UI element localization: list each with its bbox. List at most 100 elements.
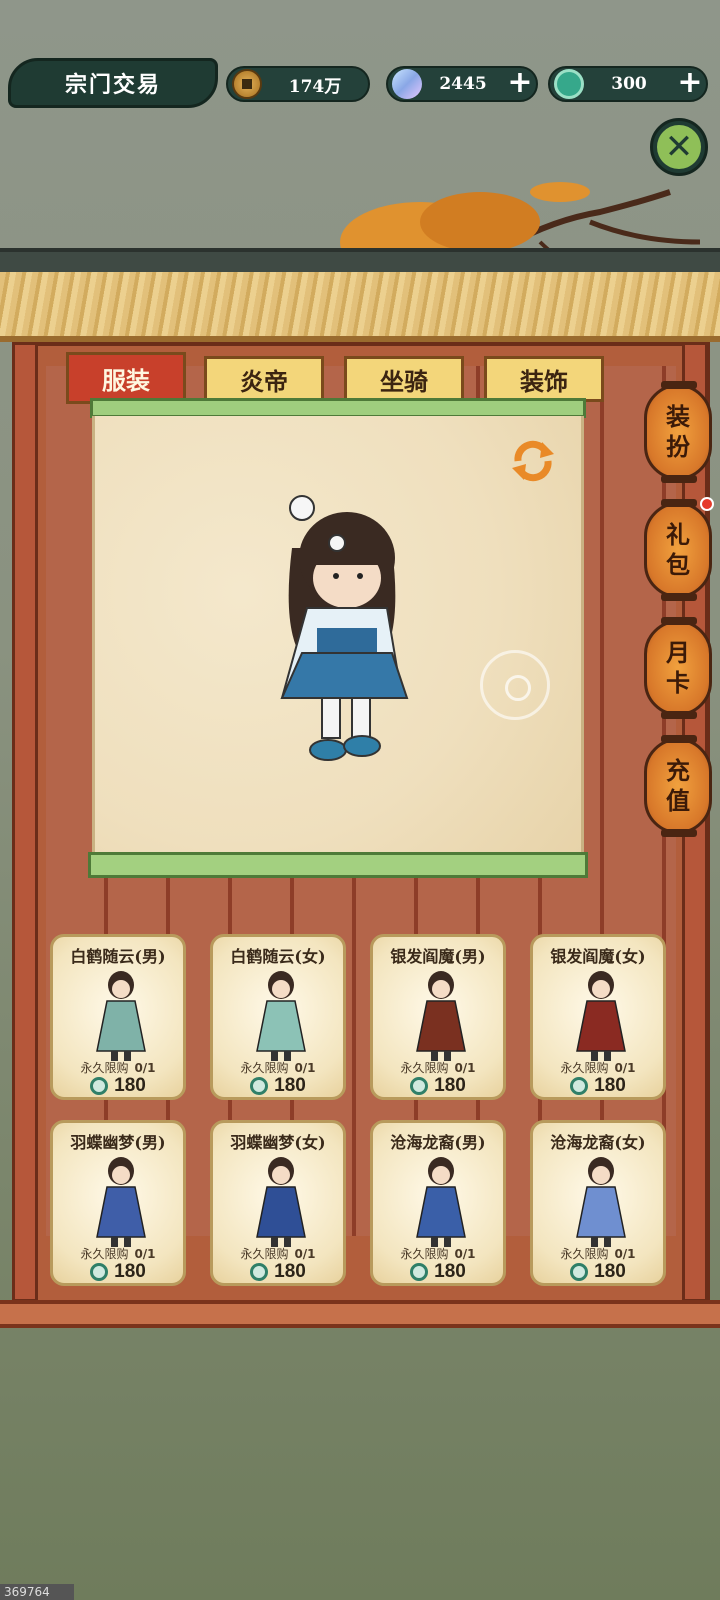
jade-icon [250, 1263, 269, 1281]
tab-decoration[interactable]: 装饰 [484, 356, 604, 402]
item-figure-icon [256, 1157, 306, 1247]
limit-count: 0/1 [614, 1247, 636, 1261]
item-card[interactable]: 白鹤随云(男) 永久限购 0/1 180 [50, 934, 186, 1100]
item-name: 白鹤随云(女) [230, 947, 326, 966]
item-card[interactable]: 沧海龙裔(男) 永久限购 0/1 180 [370, 1120, 506, 1286]
dressup-label-bottom: 扮 [666, 432, 690, 461]
item-name: 沧海龙裔(女) [550, 1133, 646, 1152]
recharge-lantern-button[interactable]: 充 值 [644, 735, 712, 837]
price-value: 180 [594, 1075, 626, 1096]
close-icon: ✕ [657, 125, 701, 169]
jade-icon [250, 1077, 269, 1095]
scroll-bottom-rod [88, 852, 588, 878]
item-name: 银发阎魔(男) [390, 947, 486, 966]
item-price: 180 [213, 1261, 343, 1283]
purchase-limit: 永久限购 0/1 [213, 1245, 343, 1262]
limit-label: 永久限购 [400, 1061, 449, 1075]
character-avatar [280, 495, 409, 761]
item-price: 180 [533, 1075, 663, 1097]
tab-clothing[interactable]: 服装 [66, 352, 186, 404]
close-button[interactable]: ✕ [650, 118, 708, 176]
jade-icon [570, 1077, 589, 1095]
monthly-card-label-bottom: 卡 [666, 668, 690, 697]
item-figure-icon [416, 971, 466, 1061]
item-figure-icon [416, 1157, 466, 1247]
limit-count: 0/1 [294, 1061, 316, 1075]
tab-yandi-label: 炎帝 [240, 366, 288, 396]
limit-label: 永久限购 [80, 1061, 129, 1075]
watermark: 369764 [0, 1584, 74, 1600]
coin-icon [232, 69, 262, 99]
gem-counter: 2445 + [386, 66, 538, 102]
item-figure-icon [576, 1157, 626, 1247]
item-card[interactable]: 白鹤随云(女) 永久限购 0/1 180 [210, 934, 346, 1100]
item-name: 羽蝶幽梦(男) [70, 1133, 166, 1152]
gem-value: 2445 [439, 74, 487, 94]
gift-pack-label-top: 礼 [666, 520, 690, 549]
item-figure-icon [96, 971, 146, 1061]
item-price: 180 [373, 1261, 503, 1283]
item-price: 180 [53, 1261, 183, 1283]
item-price: 180 [53, 1075, 183, 1097]
thatched-roof [0, 272, 720, 342]
price-value: 180 [274, 1075, 306, 1096]
item-figure-icon [256, 971, 306, 1061]
item-card[interactable]: 银发阎魔(女) 永久限购 0/1 180 [530, 934, 666, 1100]
purchase-limit: 永久限购 0/1 [53, 1059, 183, 1076]
limit-count: 0/1 [454, 1247, 476, 1261]
item-name: 沧海龙裔(男) [390, 1133, 486, 1152]
price-value: 180 [274, 1261, 306, 1282]
limit-count: 0/1 [454, 1061, 476, 1075]
item-price: 180 [373, 1075, 503, 1097]
price-value: 180 [114, 1261, 146, 1282]
item-price: 180 [533, 1261, 663, 1283]
recharge-label-top: 充 [666, 756, 690, 785]
price-value: 180 [114, 1075, 146, 1096]
limit-label: 永久限购 [240, 1247, 289, 1261]
price-value: 180 [434, 1261, 466, 1282]
limit-count: 0/1 [134, 1061, 156, 1075]
tab-mount-label: 坐骑 [380, 366, 428, 396]
jade-icon [90, 1263, 109, 1281]
tab-mount[interactable]: 坐骑 [344, 356, 464, 402]
price-value: 180 [594, 1261, 626, 1282]
recharge-label-bottom: 值 [666, 786, 690, 815]
item-price: 180 [213, 1075, 343, 1097]
coin-counter: 174万 [226, 66, 370, 102]
page-title-text: 宗门交易 [64, 72, 161, 98]
jade-counter: 300 + [548, 66, 708, 102]
limit-label: 永久限购 [240, 1061, 289, 1075]
jade-icon [570, 1263, 589, 1281]
page-title: 宗门交易 [8, 58, 218, 108]
gem-icon [392, 69, 422, 99]
coin-value: 174万 [288, 76, 342, 97]
notification-dot [700, 497, 714, 511]
limit-count: 0/1 [134, 1247, 156, 1261]
item-card[interactable]: 羽蝶幽梦(男) 永久限购 0/1 180 [50, 1120, 186, 1286]
jade-icon [554, 69, 584, 99]
rotate-icon[interactable] [508, 436, 558, 486]
gift-pack-lantern-button[interactable]: 礼 包 [644, 499, 712, 601]
jade-icon [410, 1077, 429, 1095]
jade-icon [90, 1077, 109, 1095]
purchase-limit: 永久限购 0/1 [373, 1245, 503, 1262]
add-gem-button[interactable]: + [504, 68, 536, 100]
add-jade-button[interactable]: + [674, 68, 706, 100]
limit-label: 永久限购 [560, 1061, 609, 1075]
purchase-limit: 永久限购 0/1 [373, 1059, 503, 1076]
item-name: 银发阎魔(女) [550, 947, 646, 966]
bottom-beam [0, 1300, 720, 1328]
dressup-label-top: 装 [666, 402, 690, 431]
gift-pack-label-bottom: 包 [666, 550, 690, 579]
item-card[interactable]: 沧海龙裔(女) 永久限购 0/1 180 [530, 1120, 666, 1286]
jade-icon [410, 1263, 429, 1281]
purchase-limit: 永久限购 0/1 [53, 1245, 183, 1262]
tab-decoration-label: 装饰 [520, 366, 568, 396]
monthly-card-lantern-button[interactable]: 月 卡 [644, 617, 712, 719]
item-card[interactable]: 羽蝶幽梦(女) 永久限购 0/1 180 [210, 1120, 346, 1286]
tab-yandi[interactable]: 炎帝 [204, 356, 324, 402]
dressup-lantern-button[interactable]: 装 扮 [644, 381, 712, 483]
limit-count: 0/1 [614, 1061, 636, 1075]
item-card[interactable]: 银发阎魔(男) 永久限购 0/1 180 [370, 934, 506, 1100]
purchase-limit: 永久限购 0/1 [533, 1245, 663, 1262]
